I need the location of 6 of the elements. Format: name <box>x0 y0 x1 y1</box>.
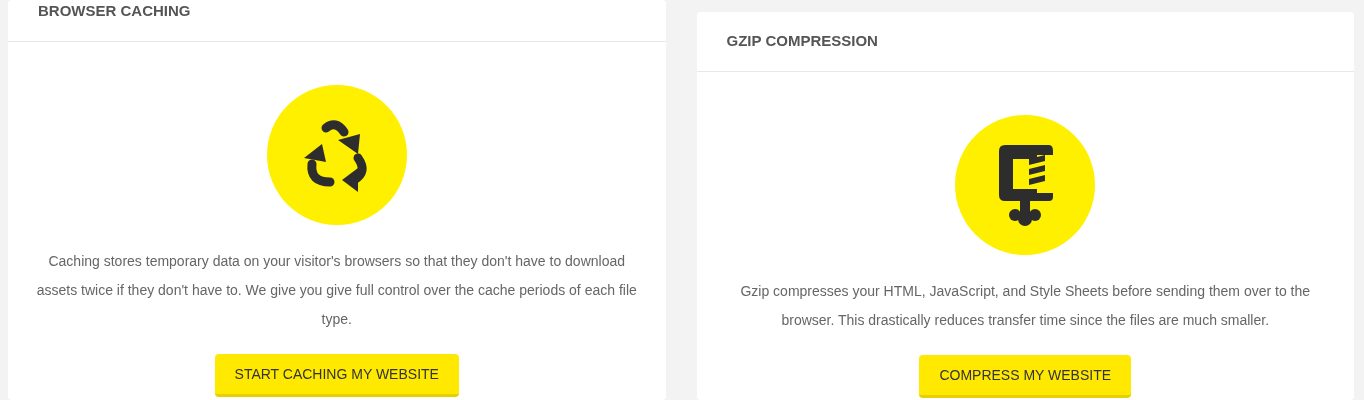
card-title: GZIP COMPRESSION <box>726 31 878 52</box>
card-description: Caching stores temporary data on your visitor's browsers so that they don't have to download assets twice if they don't have to. We give you give full control over the cache periods of each file type. <box>35 252 638 329</box>
card-title: BROWSER CACHING <box>38 1 191 22</box>
start-caching-button[interactable]: START CACHING MY WEBSITE <box>214 354 459 397</box>
card-description: Gzip compresses your HTML, JavaScript, and Style Sheets before sending them over to the browser. This drastically reduces transfer time since the files are much smaller. <box>739 282 1312 330</box>
compress-button[interactable]: COMPRESS MY WEBSITE <box>919 355 1132 398</box>
